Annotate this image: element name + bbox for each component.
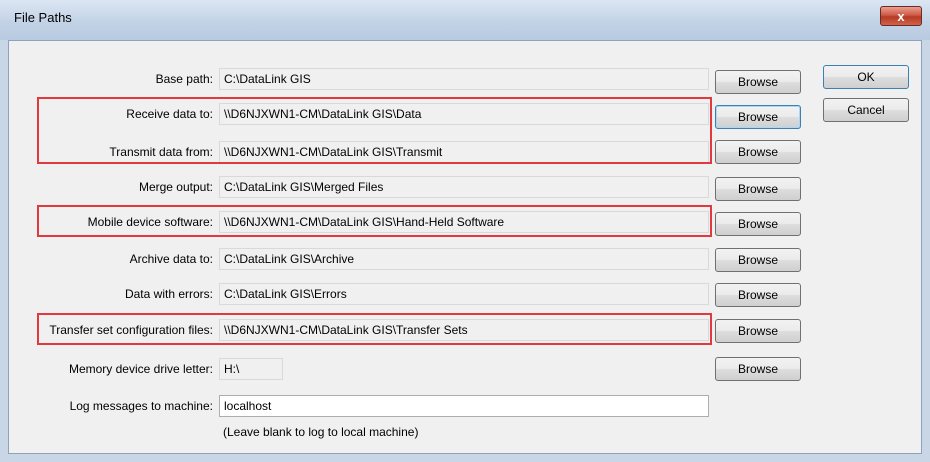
browse-button-transmit-data[interactable]: Browse xyxy=(715,140,801,164)
cancel-button[interactable]: Cancel xyxy=(823,98,909,122)
archive-data-field: C:\DataLink GIS\Archive xyxy=(219,248,709,270)
browse-button-base-path[interactable]: Browse xyxy=(715,70,801,94)
browse-button-merge-output[interactable]: Browse xyxy=(715,177,801,201)
browse-button-mobile-device-software[interactable]: Browse xyxy=(715,212,801,236)
merge-output-label: Merge output: xyxy=(138,180,213,194)
log-messages-note: (Leave blank to log to local machine) xyxy=(223,425,419,439)
memory-device-drive-label: Memory device drive letter: xyxy=(68,362,213,376)
browse-button-receive-data[interactable]: Browse xyxy=(715,105,801,129)
close-icon: x xyxy=(897,9,905,24)
dialog-client-area: Base path: C:\DataLink GIS Browse Receiv… xyxy=(8,40,922,454)
window-title: File Paths xyxy=(14,10,72,25)
memory-device-drive-field: H:\ xyxy=(219,358,283,380)
browse-button-archive-data[interactable]: Browse xyxy=(715,248,801,272)
browse-button-data-with-errors[interactable]: Browse xyxy=(715,283,801,307)
browse-button-memory-device-drive[interactable]: Browse xyxy=(715,357,801,381)
base-path-label: Base path: xyxy=(155,72,213,86)
title-bar: File Paths x xyxy=(0,0,930,40)
data-with-errors-label: Data with errors: xyxy=(124,287,213,301)
ok-button[interactable]: OK xyxy=(823,65,909,89)
log-messages-input[interactable]: localhost xyxy=(219,395,709,417)
browse-button-transfer-set-config[interactable]: Browse xyxy=(715,319,801,343)
archive-data-label: Archive data to: xyxy=(129,252,213,266)
data-with-errors-field: C:\DataLink GIS\Errors xyxy=(219,283,709,305)
close-button[interactable]: x xyxy=(880,6,922,26)
merge-output-field: C:\DataLink GIS\Merged Files xyxy=(219,176,709,198)
log-messages-label: Log messages to machine: xyxy=(69,399,213,413)
highlight-mobile-device-software xyxy=(37,205,712,237)
highlight-receive-transmit xyxy=(37,97,712,164)
highlight-transfer-sets xyxy=(37,313,712,345)
base-path-field: C:\DataLink GIS xyxy=(219,68,709,90)
